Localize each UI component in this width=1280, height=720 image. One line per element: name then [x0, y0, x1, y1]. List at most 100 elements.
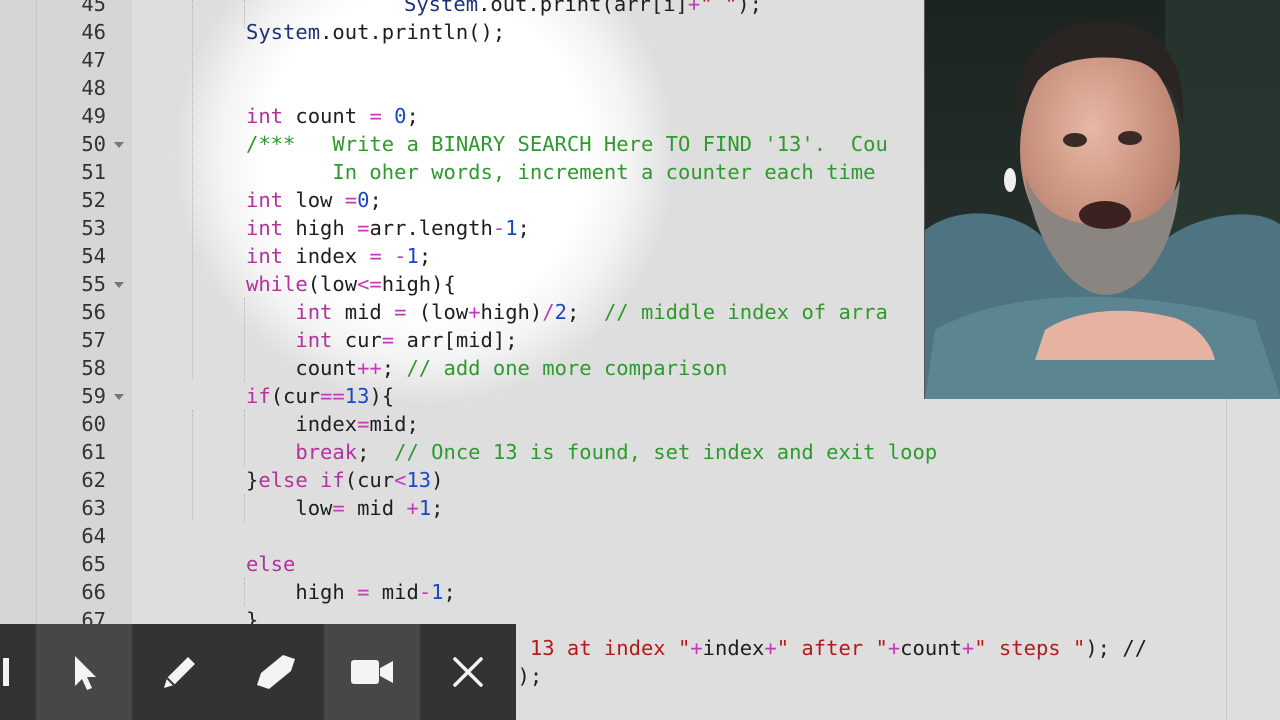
line-number: 53	[81, 216, 106, 240]
line-number: 55	[81, 272, 106, 296]
code-token: =	[344, 188, 358, 212]
line-number: 60	[81, 412, 106, 436]
code-line[interactable]: 60 index=mid;	[0, 410, 1280, 438]
code-token: arr[mid];	[394, 328, 518, 352]
code-token: int	[295, 300, 333, 324]
pen-tool-button[interactable]	[132, 624, 228, 720]
line-number: 58	[81, 356, 106, 380]
code-token: <=	[357, 272, 382, 296]
code-text: break; // Once 13 is found, set index an…	[246, 438, 937, 466]
annotation-toolbar	[0, 624, 516, 720]
fold-toggle-icon[interactable]	[114, 142, 124, 148]
line-number: 64	[81, 524, 106, 548]
code-token: ); //	[1085, 636, 1148, 660]
code-token: +	[764, 636, 777, 660]
code-token: // add one more comparison	[406, 356, 728, 380]
code-token: count	[283, 104, 370, 128]
code-text: index=mid;	[246, 410, 419, 438]
code-token: }	[246, 468, 259, 492]
cursor-arrow-icon	[75, 656, 96, 690]
code-token: else if	[258, 468, 345, 492]
code-token: // Once 13 is found, set index and exit …	[394, 440, 938, 464]
line-number: 50	[81, 132, 106, 156]
code-token: =	[381, 328, 395, 352]
code-token: ++	[357, 356, 382, 380]
code-token: int	[246, 104, 284, 128]
line-number: 61	[81, 440, 106, 464]
line-number: 56	[81, 300, 106, 324]
code-token: 1	[431, 580, 444, 604]
code-token: (cur	[344, 468, 395, 492]
code-token: +	[406, 496, 419, 520]
line-number: 51	[81, 160, 106, 184]
code-token: <	[394, 468, 407, 492]
fold-toggle-icon[interactable]	[114, 394, 124, 400]
code-token: 1	[418, 496, 432, 520]
toolbar-handle[interactable]	[0, 624, 36, 720]
line-number: 57	[81, 328, 106, 352]
code-token: System	[404, 0, 479, 16]
code-token: ){	[369, 384, 395, 408]
code-text: System.out.print(arr[i]+" ");	[404, 0, 762, 18]
code-token: mid	[332, 300, 395, 324]
code-text: if(cur==13){	[246, 382, 394, 410]
line-number: 62	[81, 468, 106, 492]
code-token: index	[246, 412, 358, 436]
code-token: +	[687, 0, 701, 16]
code-token: (low	[307, 272, 358, 296]
line-number: 63	[81, 496, 106, 520]
code-token: ;	[443, 580, 456, 604]
code-token: cur	[332, 328, 382, 352]
code-line[interactable]: 64	[0, 522, 1280, 550]
code-token: ;	[566, 300, 604, 324]
code-token: =	[394, 300, 407, 324]
code-text: int cur= arr[mid];	[246, 326, 518, 354]
code-token: while	[246, 272, 308, 296]
code-token: /*** Write a BINARY SEARCH Here TO FIND …	[246, 132, 888, 156]
webcam-person-image	[925, 0, 1280, 399]
close-toolbar-button[interactable]	[420, 624, 516, 720]
code-token: System	[246, 20, 321, 44]
code-token: 0	[394, 104, 407, 128]
code-token: low	[283, 188, 345, 212]
code-token: arr.length	[369, 216, 493, 240]
code-text: /*** Write a BINARY SEARCH Here TO FIND …	[246, 130, 888, 158]
code-text: low= mid +1;	[246, 494, 443, 522]
code-line[interactable]: 62}else if(cur<13)	[0, 466, 1280, 494]
code-token: ;	[369, 188, 382, 212]
code-token: mid;	[369, 412, 419, 436]
code-text: count++; // add one more comparison	[246, 354, 727, 382]
code-token: +	[690, 636, 703, 660]
fold-toggle-icon[interactable]	[114, 282, 124, 288]
pencil-icon	[164, 657, 195, 688]
code-token: =	[332, 496, 345, 520]
code-token: +	[468, 300, 481, 324]
code-text: else	[246, 550, 295, 578]
code-text: System.out.println();	[246, 18, 505, 46]
code-token: .out.print(arr[i]	[478, 0, 688, 16]
code-line[interactable]: 66 high = mid-1;	[0, 578, 1280, 606]
code-token: =	[369, 104, 382, 128]
close-icon	[453, 657, 483, 687]
code-text: int index = -1;	[246, 242, 431, 270]
line-number: 48	[81, 76, 106, 100]
code-token: 1	[406, 244, 419, 268]
code-token: 1	[505, 216, 518, 240]
code-token: ;	[381, 356, 407, 380]
code-line[interactable]: 65 else	[0, 550, 1280, 578]
highlighter-tool-button[interactable]	[228, 624, 324, 720]
pointer-tool-button[interactable]	[36, 624, 132, 720]
code-token: mid	[344, 496, 407, 520]
code-token: break	[295, 440, 358, 464]
code-line[interactable]: 61 break; // Once 13 is found, set index…	[0, 438, 1280, 466]
line-number: 45	[81, 0, 106, 16]
code-text: int mid = (low+high)/2; // middle index …	[246, 298, 887, 326]
code-token: );	[737, 0, 762, 16]
camera-toggle-button[interactable]	[324, 624, 420, 720]
line-number: 47	[81, 48, 106, 72]
code-line[interactable]: 63 low= mid +1;	[0, 494, 1280, 522]
code-token: 13	[344, 384, 370, 408]
